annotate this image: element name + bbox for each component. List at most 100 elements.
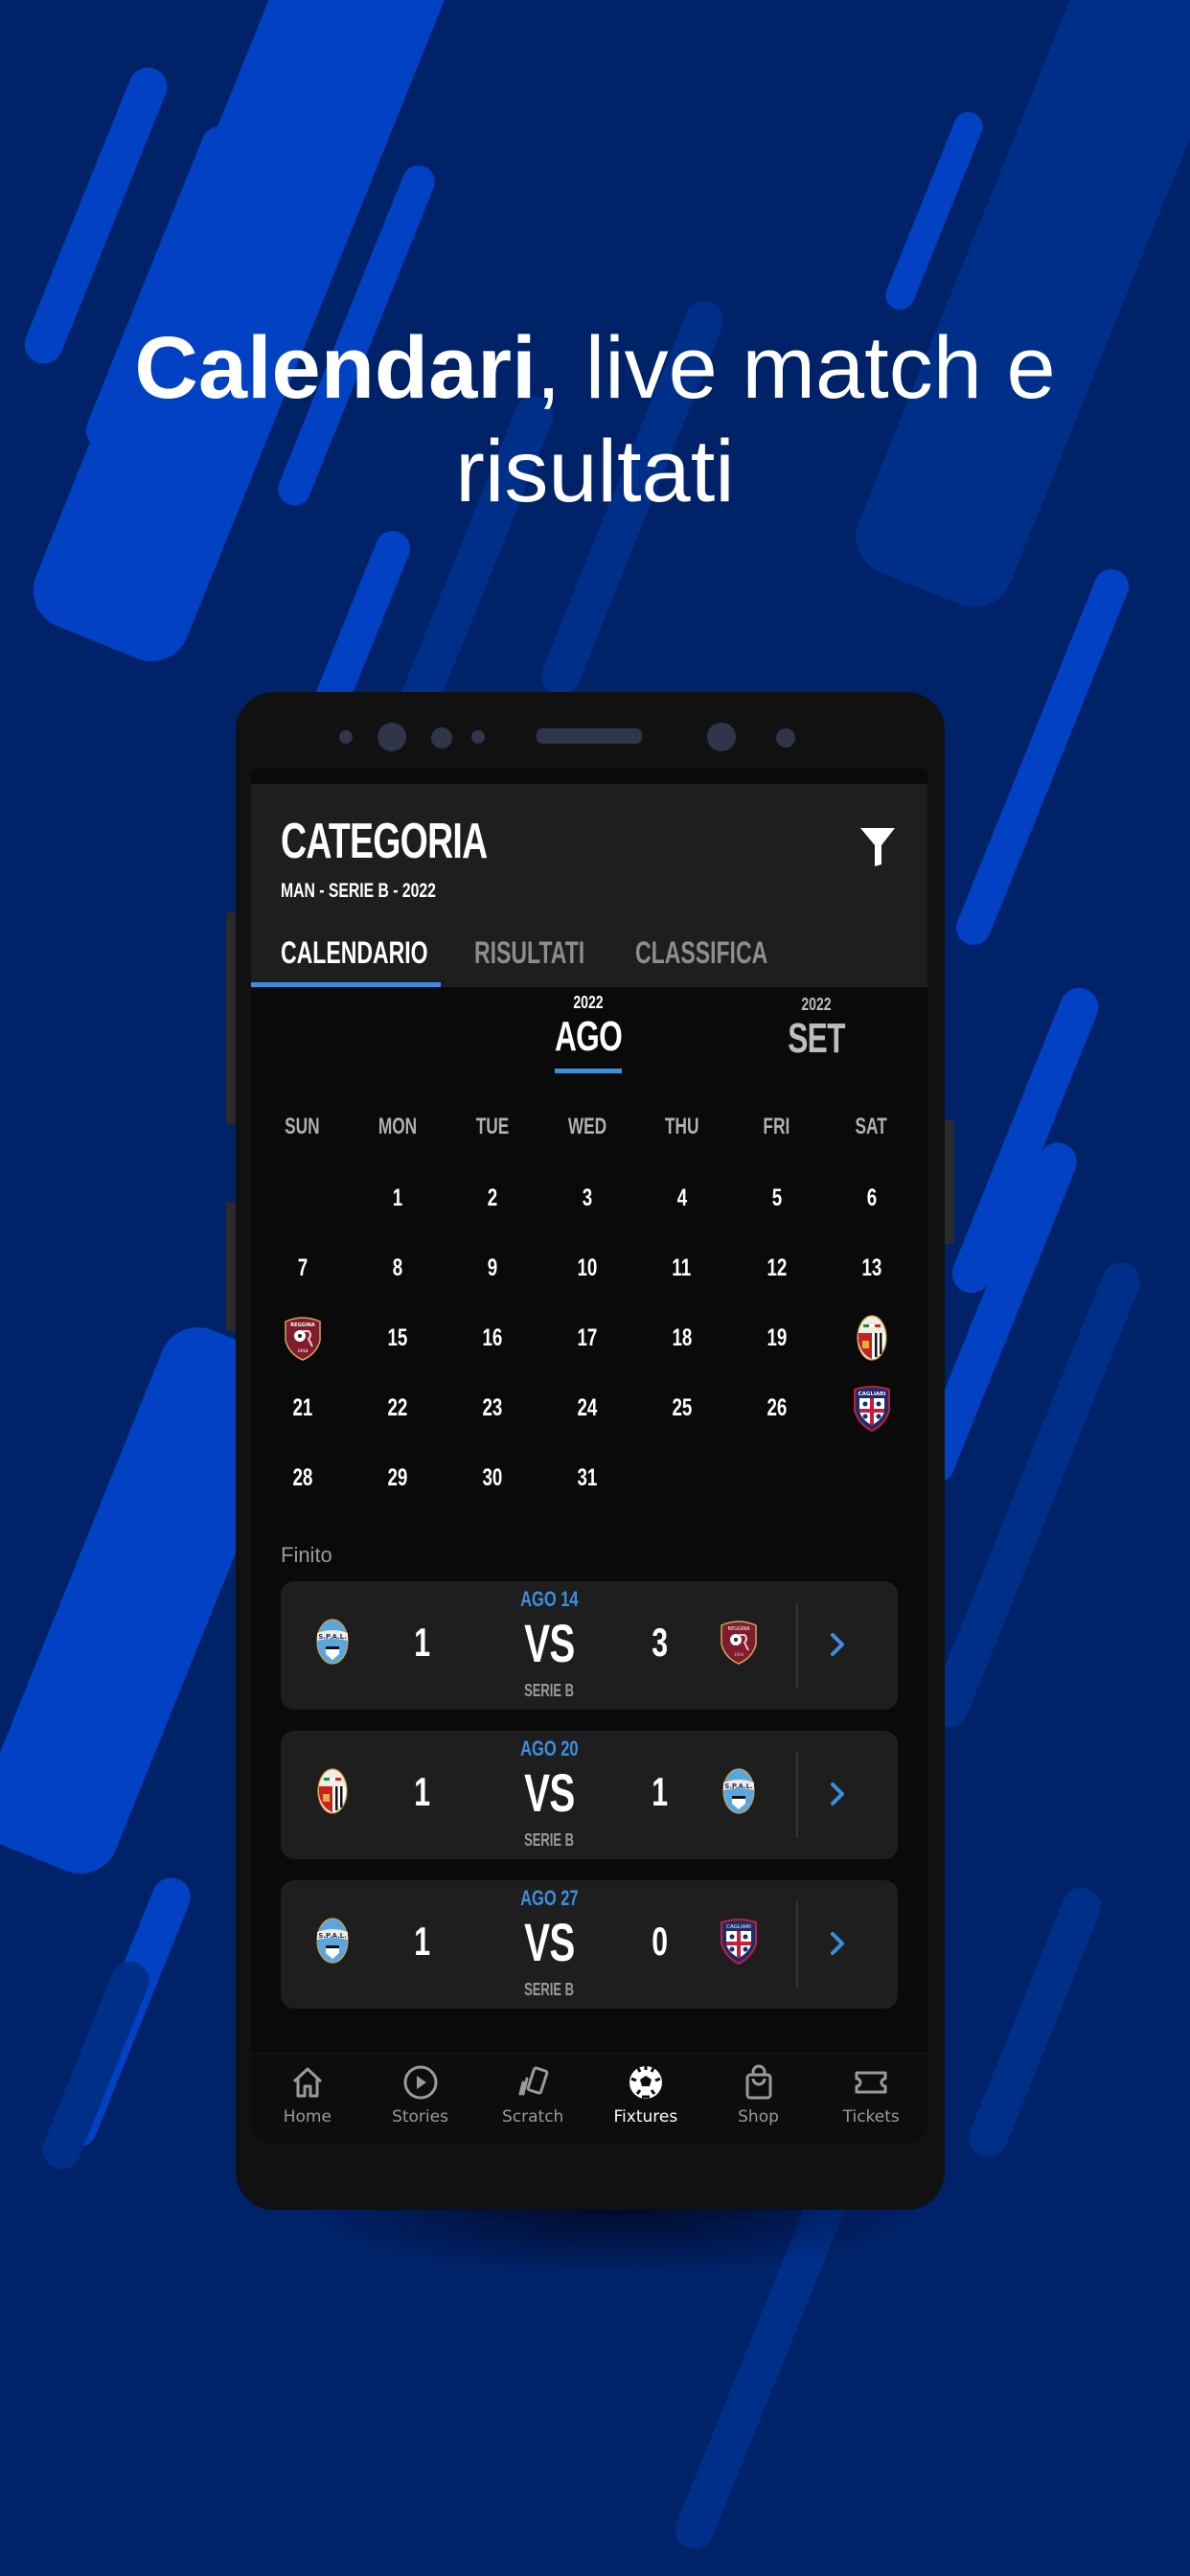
calendar-day[interactable]: 6 bbox=[824, 1169, 919, 1227]
app-screen: CATEGORIA MAN - SERIE B - 2022 CALENDARI… bbox=[251, 769, 927, 2144]
page-subtitle: MAN - SERIE B - 2022 bbox=[281, 880, 436, 902]
soccer-ball-icon bbox=[629, 2066, 662, 2099]
month-ago[interactable]: 2022 AGO bbox=[540, 993, 636, 1061]
calendar-week: 1 2 3 4 5 6 bbox=[255, 1169, 926, 1227]
day-number: 5 bbox=[771, 1184, 782, 1211]
shopping-bag-icon bbox=[745, 2064, 772, 2100]
day-number: 2 bbox=[487, 1184, 497, 1211]
weekday-label: TUE bbox=[475, 1114, 509, 1139]
calendar-day[interactable]: 22 bbox=[350, 1379, 445, 1437]
calendar-week: 21 22 23 24 25 26 CAGLIARI bbox=[255, 1379, 926, 1437]
calendar-day[interactable]: 4 bbox=[634, 1169, 729, 1227]
calendar-day[interactable]: 5 bbox=[729, 1169, 824, 1227]
nav-shop[interactable]: Shop bbox=[702, 2054, 815, 2144]
filter-icon bbox=[860, 828, 895, 866]
nav-scratch[interactable]: Scratch bbox=[476, 2054, 589, 2144]
svg-text:CAGLIARI: CAGLIARI bbox=[858, 1392, 885, 1397]
day-number: 6 bbox=[866, 1184, 877, 1211]
nav-fixtures[interactable]: Fixtures bbox=[589, 2054, 702, 2144]
svg-text:CAGLIARI: CAGLIARI bbox=[726, 1924, 751, 1930]
calendar-day[interactable]: 24 bbox=[539, 1379, 634, 1437]
calendar-empty-cell bbox=[634, 1449, 729, 1506]
calendar-day[interactable]: 26 bbox=[729, 1379, 824, 1437]
calendar-day[interactable]: 31 bbox=[539, 1449, 634, 1506]
home-icon bbox=[292, 2067, 322, 2098]
away-score: 1 bbox=[652, 1769, 669, 1814]
bg-stripe bbox=[36, 1955, 155, 2175]
match-league: SERIE B bbox=[524, 1980, 574, 1999]
day-number: 17 bbox=[577, 1323, 597, 1351]
phone-camera bbox=[378, 723, 406, 751]
calendar-day[interactable]: 1 bbox=[350, 1169, 445, 1227]
calendar-day[interactable]: 9 bbox=[445, 1239, 539, 1297]
day-number: 28 bbox=[292, 1463, 312, 1491]
weekday-label: MON bbox=[378, 1114, 417, 1139]
tab-classifica[interactable]: CLASSIFICA bbox=[635, 935, 767, 971]
chevron-right-icon[interactable] bbox=[823, 1924, 852, 1963]
calendar-day[interactable]: 30 bbox=[445, 1449, 539, 1506]
headline-line1: , live match e bbox=[536, 319, 1056, 417]
day-number: 22 bbox=[387, 1393, 407, 1421]
nav-tickets[interactable]: Tickets bbox=[814, 2054, 927, 2144]
day-number: 11 bbox=[672, 1254, 692, 1281]
page-title: CATEGORIA bbox=[281, 814, 488, 869]
day-number: 19 bbox=[767, 1323, 787, 1351]
calendar-day[interactable]: 2 bbox=[445, 1169, 539, 1227]
bg-stripe bbox=[963, 1881, 1107, 2163]
calendar-day[interactable]: 18 bbox=[634, 1309, 729, 1367]
match-card[interactable]: AGO 20 1 VS 1 S.P.A.L. SERIE B bbox=[281, 1731, 898, 1859]
calendar-day[interactable]: 12 bbox=[729, 1239, 824, 1297]
calendar-day[interactable]: 29 bbox=[350, 1449, 445, 1506]
away-team-logo: S.P.A.L. bbox=[718, 1765, 760, 1822]
tab-calendario[interactable]: CALENDARIO bbox=[281, 935, 428, 971]
calendar-day[interactable]: 21 bbox=[255, 1379, 350, 1437]
day-number: 16 bbox=[482, 1323, 502, 1351]
calendar-match-day[interactable]: CAGLIARI bbox=[824, 1379, 919, 1437]
calendar-day[interactable]: 17 bbox=[539, 1309, 634, 1367]
play-circle-icon bbox=[403, 2065, 437, 2100]
svg-text:S.P.A.L.: S.P.A.L. bbox=[724, 1782, 753, 1790]
calendar-day[interactable]: 23 bbox=[445, 1379, 539, 1437]
calendar-day[interactable]: 10 bbox=[539, 1239, 634, 1297]
chevron-right-icon[interactable] bbox=[823, 1775, 852, 1813]
phone-side-button bbox=[226, 912, 236, 1125]
calendar-day[interactable]: 15 bbox=[350, 1309, 445, 1367]
calendar-match-day[interactable]: REGGINA 1914 bbox=[255, 1309, 350, 1367]
cagliari-crest-icon: CAGLIARI bbox=[721, 1919, 757, 1966]
card-divider bbox=[796, 1752, 798, 1838]
match-card[interactable]: AGO 14 S.P.A.L. 1 VS 3 REGGINA 1914 SERI… bbox=[281, 1581, 898, 1710]
day-number: 4 bbox=[676, 1184, 687, 1211]
phone-side-button bbox=[226, 1202, 236, 1331]
chevron-right-icon[interactable] bbox=[823, 1625, 852, 1664]
filter-button[interactable] bbox=[857, 822, 899, 870]
calendar-day[interactable]: 3 bbox=[539, 1169, 634, 1227]
bg-stripe bbox=[950, 564, 1134, 951]
month-label: SET bbox=[788, 1015, 845, 1062]
calendar-day[interactable]: 19 bbox=[729, 1309, 824, 1367]
month-indicator bbox=[555, 1069, 622, 1073]
calendar-day[interactable]: 25 bbox=[634, 1379, 729, 1437]
calendar-day[interactable]: 7 bbox=[255, 1239, 350, 1297]
day-number: 13 bbox=[861, 1254, 881, 1281]
match-card[interactable]: AGO 27 S.P.A.L. 1 VS 0 CAGLIARI SERIE B bbox=[281, 1880, 898, 2009]
calendar-day[interactable]: 11 bbox=[634, 1239, 729, 1297]
calendar-day[interactable]: 13 bbox=[824, 1239, 919, 1297]
calendar-day[interactable]: 16 bbox=[445, 1309, 539, 1367]
match-league: SERIE B bbox=[524, 1681, 574, 1700]
nav-stories[interactable]: Stories bbox=[364, 2054, 477, 2144]
headline-line2: risultati bbox=[455, 423, 735, 520]
day-number: 3 bbox=[582, 1184, 592, 1211]
away-team-logo: CAGLIARI bbox=[718, 1915, 760, 1971]
day-number: 18 bbox=[672, 1323, 692, 1351]
phone-camera bbox=[707, 723, 736, 751]
away-score: 0 bbox=[652, 1919, 669, 1964]
tab-risultati[interactable]: RISULTATI bbox=[474, 935, 584, 971]
cagliari-crest-icon: CAGLIARI bbox=[853, 1386, 890, 1433]
calendar-day[interactable]: 28 bbox=[255, 1449, 350, 1506]
calendar-match-day[interactable] bbox=[824, 1309, 919, 1367]
match-crest: CAGLIARI bbox=[851, 1384, 893, 1433]
month-set[interactable]: 2022 SET bbox=[768, 995, 864, 1063]
nav-home[interactable]: Home bbox=[251, 2054, 364, 2144]
calendar-day[interactable]: 8 bbox=[350, 1239, 445, 1297]
day-number: 15 bbox=[387, 1323, 407, 1351]
